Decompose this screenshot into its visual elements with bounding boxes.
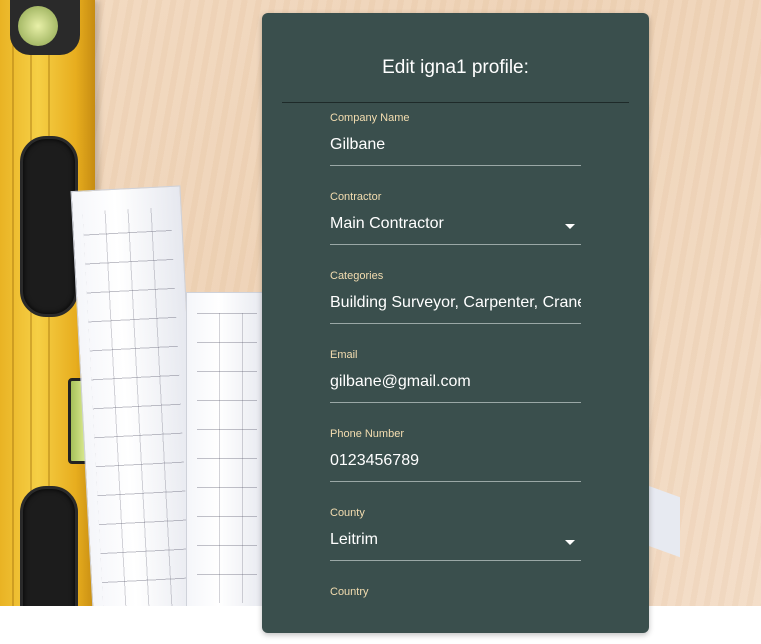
phone-number-input[interactable]: 0123456789 [330, 452, 581, 470]
email-input[interactable]: gilbane@gmail.com [330, 373, 581, 391]
country-select[interactable]: Country [330, 586, 581, 644]
contractor-value[interactable]: Main Contractor [330, 215, 581, 233]
phone-number-field[interactable]: Phone Number 0123456789 [330, 428, 581, 486]
input-underline [330, 244, 581, 245]
county-select[interactable]: County Leitrim [330, 507, 581, 565]
input-underline [330, 402, 581, 403]
county-value[interactable]: Leitrim [330, 531, 581, 549]
level-handle-hole [20, 136, 78, 317]
input-underline [330, 165, 581, 166]
company-name-input[interactable]: Gilbane [330, 136, 581, 154]
country-label: Country [330, 586, 369, 598]
dropdown-arrow-icon[interactable] [565, 224, 575, 229]
title-divider [282, 102, 629, 103]
level-handle-hole [20, 486, 78, 606]
input-underline [330, 323, 581, 324]
email-label: Email [330, 349, 358, 361]
contractor-label: Contractor [330, 191, 381, 203]
company-name-field[interactable]: Company Name Gilbane [330, 112, 581, 170]
input-underline [330, 481, 581, 482]
contractor-select[interactable]: Contractor Main Contractor [330, 191, 581, 249]
categories-select[interactable]: Categories Building Surveyor, Carpenter,… [330, 270, 581, 328]
edit-profile-card: Edit igna1 profile: Company Name Gilbane… [262, 13, 649, 633]
company-name-label: Company Name [330, 112, 409, 124]
blueprint-roll [186, 292, 268, 606]
phone-number-label: Phone Number [330, 428, 404, 440]
dropdown-arrow-icon[interactable] [565, 540, 575, 545]
categories-value[interactable]: Building Surveyor, Carpenter, Crane [330, 294, 581, 312]
level-bubble-vial [10, 0, 80, 55]
email-field[interactable]: Email gilbane@gmail.com [330, 349, 581, 407]
blueprint-roll [71, 185, 204, 606]
form-title: Edit igna1 profile: [262, 57, 649, 79]
county-label: County [330, 507, 365, 519]
categories-label: Categories [330, 270, 383, 282]
input-underline [330, 560, 581, 561]
